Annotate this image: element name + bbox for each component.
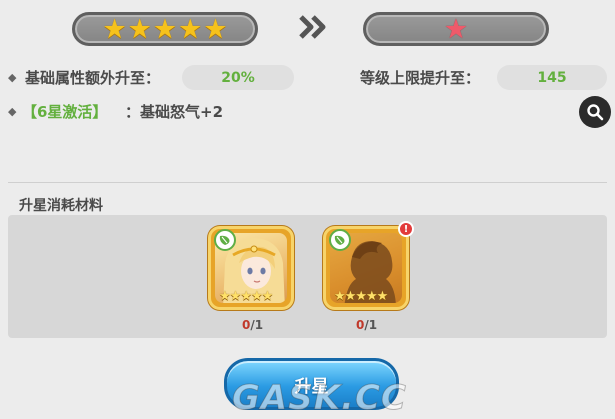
card-star-icon: ★ (355, 289, 367, 304)
red-star-icon: ★ (443, 13, 469, 45)
diamond-bullet-icon: ◆ (8, 105, 17, 118)
card-star-icon: ★ (250, 289, 263, 304)
double-chevron-right-icon (298, 14, 328, 47)
diamond-bullet-icon: ◆ (8, 71, 17, 84)
materials-panel (8, 215, 607, 338)
base-attr-value: 20% (182, 65, 294, 90)
material-count: 0/1 (356, 318, 378, 332)
card-star-icon: ★ (229, 289, 242, 304)
next-star-bar: ★ (363, 12, 549, 46)
card-star-icon: ★ (240, 289, 252, 304)
current-star-bar: ★★★★★ (72, 12, 258, 46)
level-cap-value: 145 (497, 65, 607, 90)
gold-star-icon: ★ (203, 13, 228, 45)
level-cap-value-text: 145 (537, 69, 567, 86)
activate-tag: 【6星激活】 (22, 103, 108, 121)
card-star-icon: ★ (365, 289, 378, 304)
current-star-rating: ★★★★★ (102, 16, 228, 43)
alert-badge-text: ! (403, 223, 409, 235)
gold-star-icon: ★ (127, 13, 152, 45)
card-star-rating: ★★★★★ (219, 289, 274, 304)
activate-effect: ：基础怒气+2 (125, 103, 224, 121)
gold-star-icon: ★ (152, 13, 178, 45)
card-star-icon: ★ (219, 289, 231, 304)
material-count: 0/1 (242, 318, 264, 332)
gold-star-icon: ★ (102, 13, 127, 45)
section-divider (8, 182, 607, 183)
watermark-text: GASK.CC (232, 378, 407, 419)
gold-star-icon: ★ (178, 13, 203, 45)
search-icon[interactable] (579, 96, 611, 128)
base-attr-value-text: 20% (221, 69, 255, 86)
alert-badge-icon: ! (398, 221, 414, 237)
base-attr-label: 基础属性额外升至： (25, 69, 161, 87)
next-star-rating: ★ (443, 16, 468, 43)
card-star-icon: ★ (261, 289, 274, 304)
level-cap-label: 等级上限提升至： (360, 69, 481, 87)
leaf-icon (329, 229, 351, 251)
card-star-icon: ★ (344, 289, 357, 304)
card-star-rating: ★★★★★ (334, 289, 389, 304)
leaf-icon (214, 229, 236, 251)
watermark-logo: GASK.CC (232, 378, 407, 419)
card-star-icon: ★ (376, 289, 389, 304)
materials-title: 升星消耗材料 (19, 198, 103, 214)
card-star-icon: ★ (334, 289, 346, 304)
